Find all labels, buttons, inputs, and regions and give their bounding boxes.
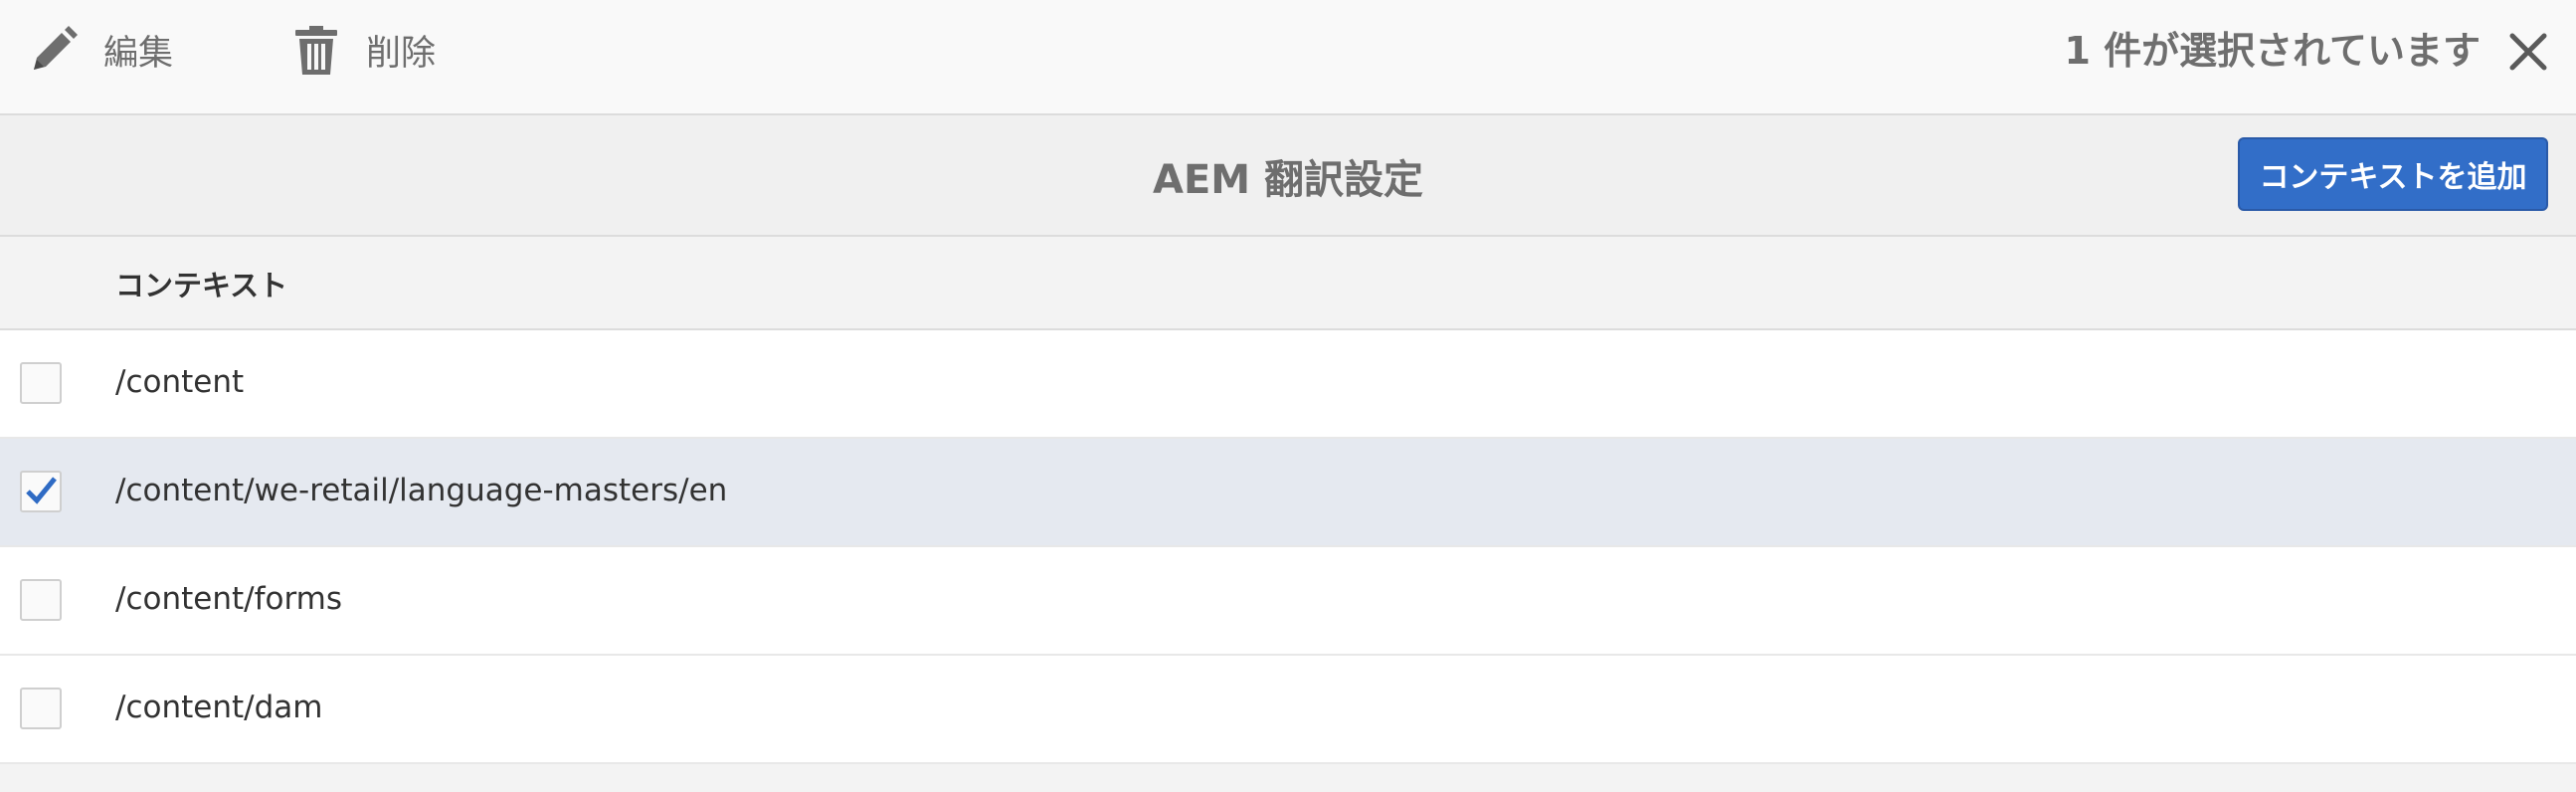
context-path: /content/we-retail/language-masters/en [115,473,728,508]
column-header-context: コンテキスト [115,269,288,302]
table-footer-spacer [0,764,2576,792]
pencil-icon [34,26,78,70]
row-checkbox[interactable] [20,471,62,512]
trash-icon [295,26,337,75]
selection-count: 1 件が選択されています [2064,29,2481,73]
row-checkbox[interactable] [20,688,62,729]
close-icon[interactable] [2506,28,2550,76]
context-path: /content/dam [115,690,323,725]
row-checkbox[interactable] [20,362,62,404]
edit-button[interactable]: 編集 [26,0,173,99]
page-title: AEM 翻訳設定 [1152,157,1423,203]
context-table: コンテキスト /content /content/we-retail/langu… [0,237,2576,792]
context-path: /content/forms [115,581,343,617]
table-row[interactable]: /content/dam [0,656,2576,764]
title-bar: AEM 翻訳設定 コンテキストを追加 [0,115,2576,237]
table-row[interactable]: /content/we-retail/language-masters/en [0,439,2576,547]
delete-label: 削除 [366,33,437,74]
translation-config-page: 編集 削除 1 件が選択されています AEM 翻訳設定 コンテキストを追加 コン… [0,0,2576,792]
context-path: /content [115,364,245,400]
edit-label: 編集 [103,33,174,74]
table-header: コンテキスト [0,237,2576,330]
selection-action-bar: 編集 削除 1 件が選択されています [0,0,2576,115]
row-checkbox[interactable] [20,579,62,621]
delete-button[interactable]: 削除 [288,0,436,99]
add-context-button[interactable]: コンテキストを追加 [2238,137,2548,211]
table-row[interactable]: /content [0,330,2576,439]
table-row[interactable]: /content/forms [0,547,2576,656]
checkmark-icon [26,477,57,504]
